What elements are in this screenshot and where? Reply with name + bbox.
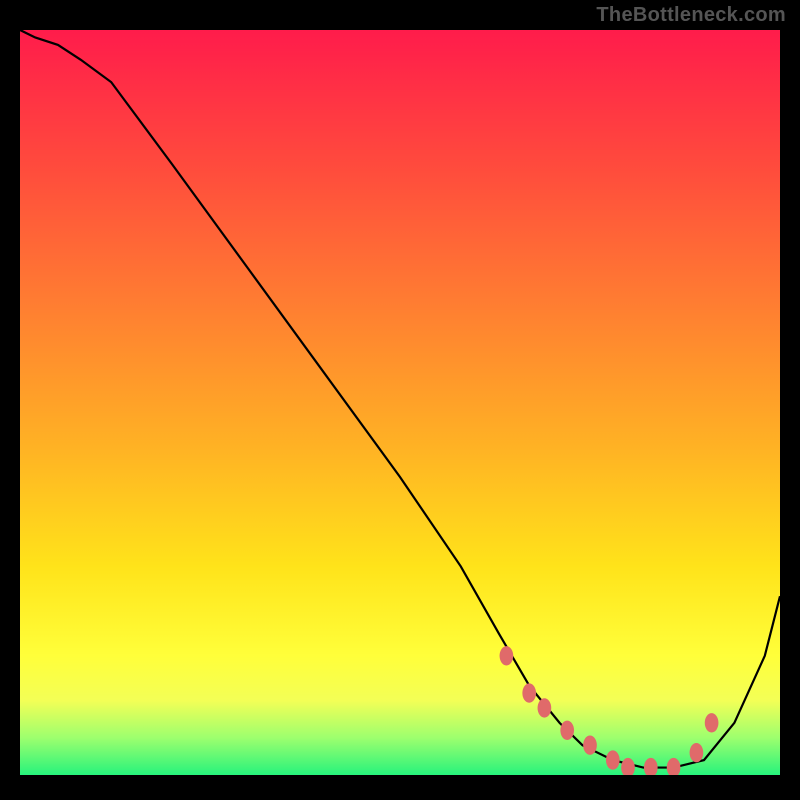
highlighted-markers-group [500,646,719,775]
highlight-marker [690,743,704,762]
highlight-marker [667,758,681,775]
highlight-marker [522,683,536,702]
bottleneck-curve-line [20,30,780,768]
highlight-marker [560,721,574,740]
highlight-marker [583,736,597,755]
highlight-marker [644,758,658,775]
highlight-marker [538,698,552,717]
curve-layer [20,30,780,775]
highlight-marker [621,758,635,775]
highlight-marker [500,646,514,665]
plot-area [20,30,780,775]
highlight-marker [606,750,620,769]
watermark-text: TheBottleneck.com [596,4,786,27]
chart-frame: TheBottleneck.com [0,0,800,800]
highlight-marker [705,713,719,732]
